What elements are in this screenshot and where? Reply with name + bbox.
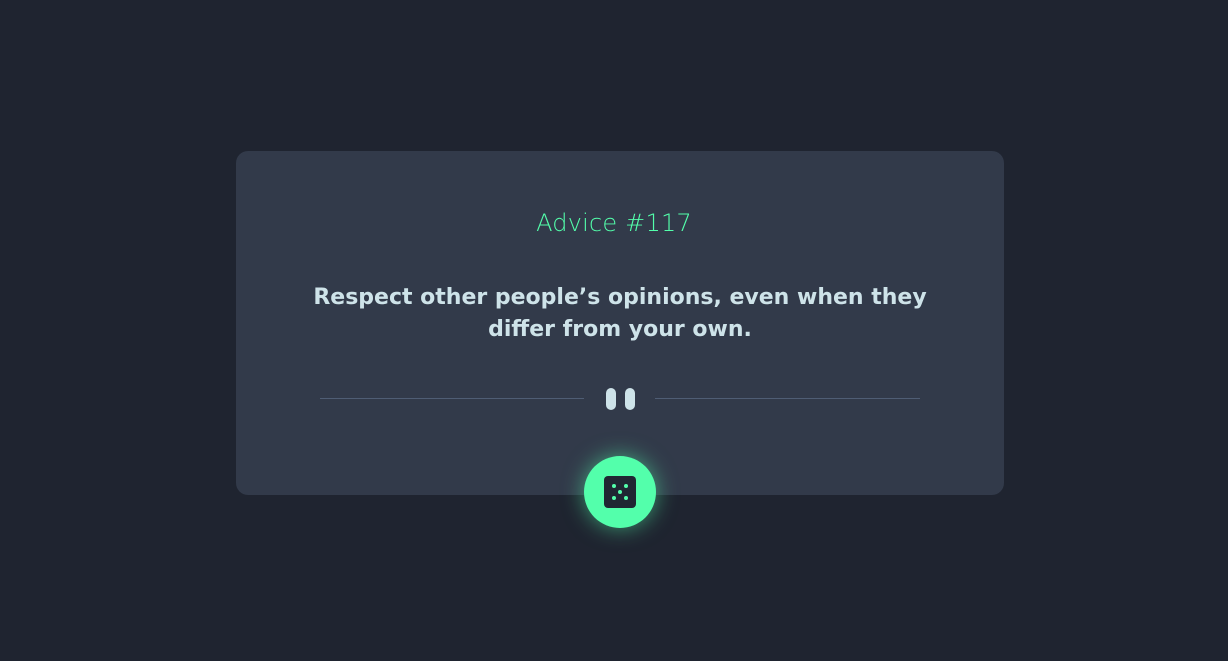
advice-id: Advice #117 [536,209,692,237]
pause-icon [604,388,636,410]
generate-advice-button[interactable] [584,456,656,528]
pause-bar-left [606,388,616,410]
divider-left [320,398,584,399]
divider-right [655,398,920,399]
pause-bar-right [625,388,635,410]
dice-icon [604,476,636,508]
advice-text: Respect other people’s opinions, even wh… [313,285,927,342]
